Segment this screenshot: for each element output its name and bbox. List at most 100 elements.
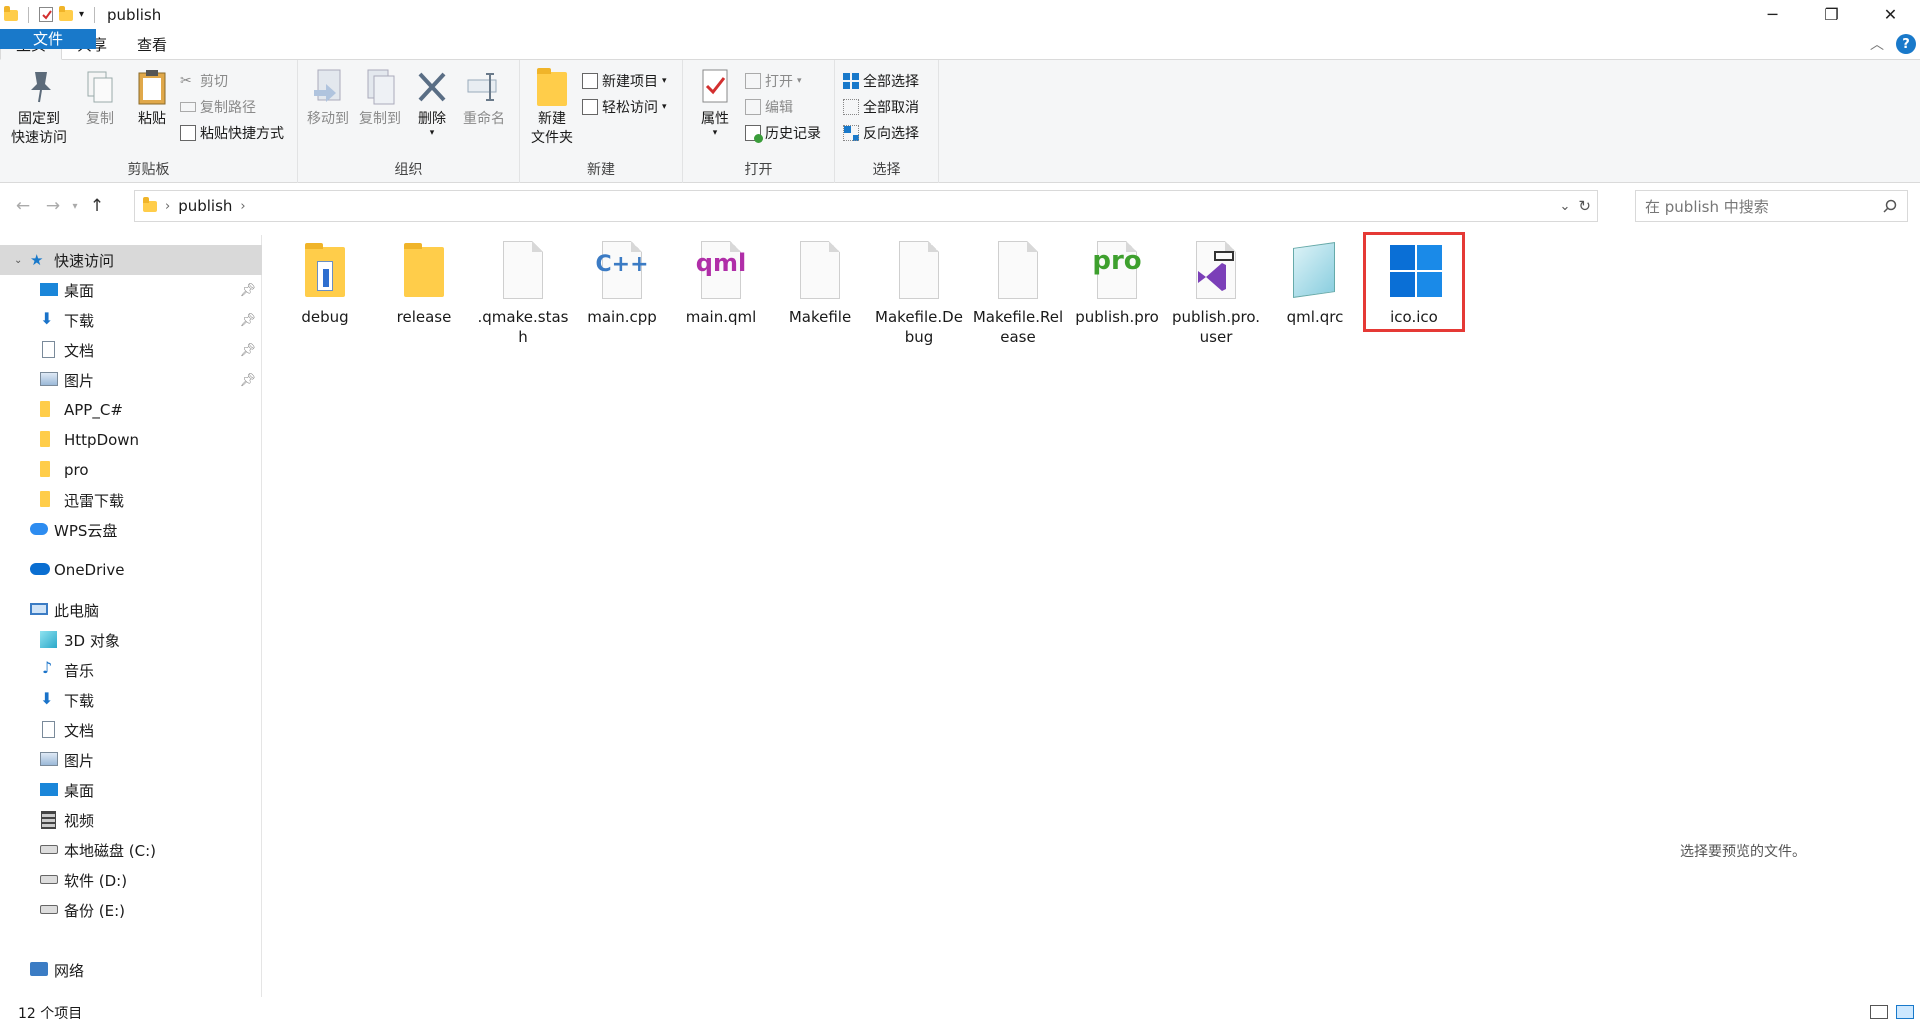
file-item[interactable]: release xyxy=(376,239,472,327)
cut-button[interactable]: ✂ 剪切 xyxy=(180,70,284,91)
file-item[interactable]: pro publish.pro xyxy=(1069,239,1165,327)
navigation-bar: ← → ▾ ↑ › publish › ⌄ ↻ 在 publish 中搜索 xyxy=(0,190,1920,222)
paste-shortcut-button[interactable]: 粘贴快捷方式 xyxy=(180,122,284,143)
select-all-button[interactable]: 全部选择 xyxy=(843,70,919,91)
sidebar-item-pc[interactable]: 视频 xyxy=(0,805,262,835)
3d-objects-icon xyxy=(40,631,57,648)
easy-access-icon xyxy=(582,98,598,115)
sidebar-item-pc[interactable]: 备份 (E:) xyxy=(0,895,262,925)
file-name: Makefile.Release xyxy=(972,308,1064,346)
sidebar-item-pc[interactable]: 图片 xyxy=(0,745,262,775)
address-bar[interactable]: › publish › ⌄ ↻ xyxy=(134,190,1598,222)
sidebar-item-quick[interactable]: 图片 📌︎ xyxy=(0,365,262,395)
collapse-ribbon-icon[interactable]: ︿ xyxy=(1870,34,1884,54)
pro-file-icon: pro xyxy=(1085,239,1149,303)
sidebar-item-quick[interactable]: ⬇ 下载 📌︎ xyxy=(0,305,262,335)
sidebar-item-quick[interactable]: 文档 📌︎ xyxy=(0,335,262,365)
history-icon xyxy=(745,124,763,143)
sidebar-item-quick[interactable]: HttpDown xyxy=(0,425,262,455)
computer-icon xyxy=(30,603,48,615)
sidebar-item-onedrive[interactable]: OneDrive xyxy=(0,555,262,585)
select-none-button[interactable]: 全部取消 xyxy=(843,96,919,117)
address-dropdown-icon[interactable]: ⌄ xyxy=(1560,199,1571,214)
breadcrumb-publish[interactable]: publish xyxy=(178,197,232,215)
file-item[interactable]: Makefile.Release xyxy=(970,239,1066,347)
search-icon[interactable] xyxy=(1883,199,1897,213)
sidebar-item-wps[interactable]: WPS云盘 xyxy=(0,515,262,545)
large-icons-view-icon[interactable] xyxy=(1896,1005,1914,1019)
forward-arrow-icon[interactable]: → xyxy=(38,196,68,216)
minimize-button[interactable]: ─ xyxy=(1743,0,1802,29)
pin-icon[interactable]: 📌︎ xyxy=(239,313,256,328)
pin-icon[interactable]: 📌︎ xyxy=(239,343,256,358)
file-name: main.cpp xyxy=(587,308,657,326)
sidebar-item-quick-access[interactable]: ⌄ ★ 快速访问 xyxy=(0,245,262,275)
sidebar-item-pc[interactable]: 本地磁盘 (C:) xyxy=(0,835,262,865)
item-count: 12 个项目 xyxy=(18,1005,83,1022)
download-icon: ⬇ xyxy=(40,689,54,708)
folder-icon xyxy=(40,431,50,447)
open-button[interactable]: 打开 ▾ xyxy=(745,70,821,91)
file-item[interactable]: ico.ico xyxy=(1363,232,1465,332)
pin-icon[interactable]: 📌︎ xyxy=(239,283,256,298)
file-item[interactable]: publish.pro.user xyxy=(1168,239,1264,347)
pin-icon xyxy=(21,68,57,106)
back-arrow-icon[interactable]: ← xyxy=(8,196,38,216)
sidebar-item-pc[interactable]: ♪ 音乐 xyxy=(0,655,262,685)
help-icon[interactable]: ? xyxy=(1896,34,1916,54)
search-input[interactable]: 在 publish 中搜索 xyxy=(1635,190,1908,222)
new-folder-icon[interactable] xyxy=(59,5,73,22)
paste-shortcut-icon xyxy=(180,124,196,141)
folder-icon xyxy=(143,196,157,213)
sidebar-item-quick[interactable]: pro xyxy=(0,455,262,485)
copy-path-button[interactable]: 复制路径 xyxy=(180,96,284,117)
navigation-pane: ⌄ ★ 快速访问 桌面 📌︎ ⬇ 下载 📌︎ 文档 📌︎ 图片 📌︎ APP_C… xyxy=(0,235,262,997)
edit-button[interactable]: 编辑 xyxy=(745,96,821,117)
details-view-icon[interactable] xyxy=(1870,1005,1888,1019)
file-item[interactable]: .qmake.stash xyxy=(475,239,571,347)
copy-icon xyxy=(82,68,118,106)
sidebar-item-this-pc[interactable]: 此电脑 xyxy=(0,595,262,625)
sidebar-item-quick[interactable]: 桌面 📌︎ xyxy=(0,275,262,305)
chevron-right-icon[interactable]: › xyxy=(165,199,170,214)
group-open: 属性 ▾ 打开 ▾ 编辑 历史记录 打开 xyxy=(683,60,835,183)
new-item-button[interactable]: 新建项目 ▾ xyxy=(582,70,667,91)
refresh-icon[interactable]: ↻ xyxy=(1578,197,1591,215)
sidebar-item-pc[interactable]: 桌面 xyxy=(0,775,262,805)
delete-dropdown-icon[interactable]: ▾ xyxy=(430,129,435,138)
sidebar-item-pc[interactable]: 文档 xyxy=(0,715,262,745)
file-item[interactable]: debug xyxy=(277,239,373,327)
title-bar: ▾ publish ─ ❐ ✕ xyxy=(0,0,1920,29)
file-item[interactable]: Makefile xyxy=(772,239,868,327)
tab-view[interactable]: 查看 xyxy=(122,29,182,59)
sidebar-item-pc[interactable]: 3D 对象 xyxy=(0,625,262,655)
window-title: publish xyxy=(107,5,162,24)
restore-button[interactable]: ❐ xyxy=(1802,0,1861,29)
tab-file[interactable]: 文件 xyxy=(0,29,96,49)
expand-arrow-icon[interactable]: ⌄ xyxy=(14,255,22,266)
delete-x-icon xyxy=(414,68,450,106)
invert-selection-button[interactable]: 反向选择 xyxy=(843,122,919,143)
customize-dropdown-icon[interactable]: ▾ xyxy=(79,9,84,20)
chevron-right-icon[interactable]: › xyxy=(240,199,245,214)
file-item[interactable]: qml main.qml xyxy=(673,239,769,327)
pin-icon[interactable]: 📌︎ xyxy=(239,373,256,388)
file-item[interactable]: C++ main.cpp xyxy=(574,239,670,327)
sidebar-item-quick[interactable]: APP_C# xyxy=(0,395,262,425)
sidebar-item-quick[interactable]: 迅雷下载 xyxy=(0,485,262,515)
file-icon xyxy=(887,239,951,303)
history-button[interactable]: 历史记录 xyxy=(745,122,821,143)
properties-dropdown-icon[interactable]: ▾ xyxy=(713,129,718,138)
easy-access-button[interactable]: 轻松访问 ▾ xyxy=(582,96,667,117)
search-placeholder: 在 publish 中搜索 xyxy=(1645,197,1769,216)
ribbon: 固定到 快速访问 复制 粘贴 ✂ 剪切 复制路径 粘贴快捷方式 剪贴板 移动到 … xyxy=(0,60,1920,183)
file-item[interactable]: Makefile.Debug xyxy=(871,239,967,347)
sidebar-item-pc[interactable]: ⬇ 下载 xyxy=(0,685,262,715)
up-arrow-icon[interactable]: ↑ xyxy=(82,196,112,216)
close-button[interactable]: ✕ xyxy=(1861,0,1920,29)
recent-dropdown-icon[interactable]: ▾ xyxy=(68,201,82,212)
properties-check-icon[interactable] xyxy=(39,7,53,22)
sidebar-item-network[interactable]: 网络 xyxy=(0,955,262,985)
sidebar-item-pc[interactable]: 软件 (D:) xyxy=(0,865,262,895)
file-item[interactable]: qml.qrc xyxy=(1267,239,1363,327)
